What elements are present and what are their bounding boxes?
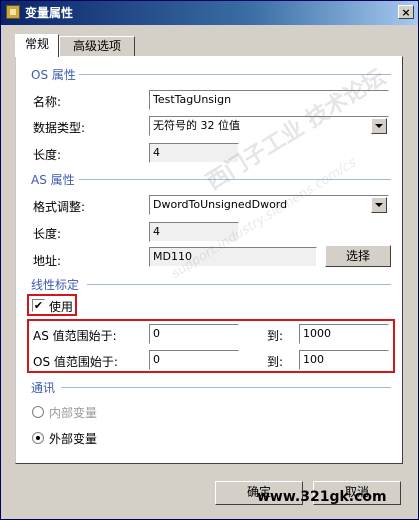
os-range-from-label: OS 值范围始于: (33, 355, 118, 369)
dialog-window: 变量属性 × 常规 高级选项 OS 属性 名称: TestTagUnsign 数… (0, 0, 419, 520)
datatype-label: 数据类型: (33, 121, 86, 135)
linear-section-title: 线性标定 (31, 278, 80, 292)
as-range-from-label: AS 值范围始于: (33, 329, 117, 343)
internal-variable-label: 内部变量 (49, 406, 98, 420)
os-range-to-input[interactable]: 100 (299, 350, 389, 370)
site-watermark: www.321gk.com (257, 489, 387, 505)
as-section-title: AS 属性 (31, 173, 75, 187)
as-length-label: 长度: (33, 227, 62, 241)
datatype-value: 无符号的 32 位值 (153, 119, 240, 132)
os-section-divider (79, 74, 391, 75)
use-checkbox[interactable]: ✔ (32, 299, 45, 312)
format-label: 格式调整: (33, 200, 86, 214)
close-button[interactable]: × (398, 5, 414, 19)
window-title: 变量属性 (25, 6, 74, 20)
os-length-label: 长度: (33, 148, 62, 162)
use-checkbox-label: 使用 (49, 300, 74, 314)
tag-icon (6, 5, 20, 19)
title-bar: 变量属性 × (1, 1, 418, 25)
select-button[interactable]: 选择 (325, 245, 391, 267)
address-label: 地址: (33, 254, 62, 268)
chevron-down-icon[interactable] (371, 197, 387, 213)
name-label: 名称: (33, 95, 62, 109)
internal-variable-radio[interactable] (32, 406, 44, 418)
os-range-from-input[interactable]: 0 (149, 350, 239, 370)
os-range-to-label: 到: (267, 355, 284, 369)
as-range-to-input[interactable]: 1000 (299, 324, 389, 344)
as-range-from-input[interactable]: 0 (149, 324, 239, 344)
as-range-to-label: 到: (267, 329, 284, 343)
os-section-title: OS 属性 (31, 68, 76, 82)
tab-general[interactable]: 常规 (15, 34, 59, 57)
address-value: MD110 (149, 247, 317, 267)
comm-section-title: 通讯 (31, 381, 56, 395)
chevron-down-icon[interactable] (371, 118, 387, 134)
comm-section-divider (61, 387, 391, 388)
external-variable-radio[interactable] (32, 432, 44, 444)
linear-section-divider (87, 284, 391, 285)
tab-advanced[interactable]: 高级选项 (59, 36, 135, 56)
external-variable-label: 外部变量 (49, 432, 98, 446)
